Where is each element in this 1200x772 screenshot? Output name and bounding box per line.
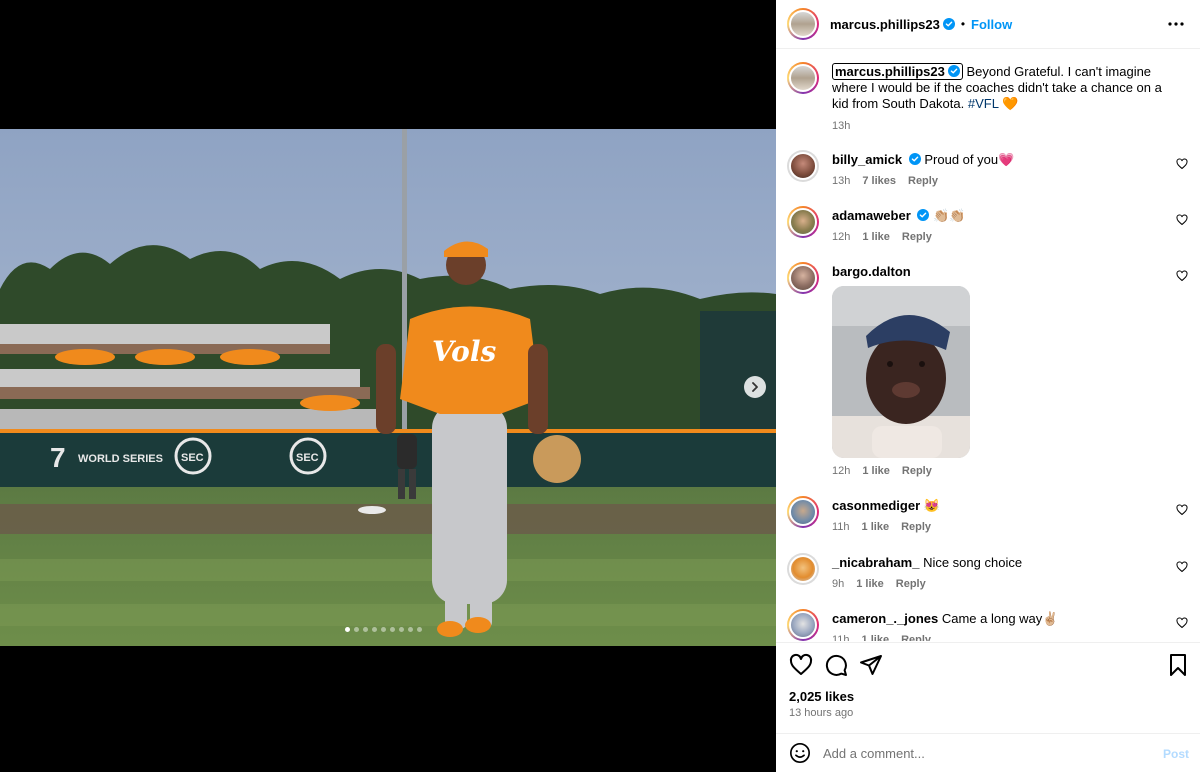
commenter-avatar[interactable] (787, 262, 819, 294)
chevron-right-icon (752, 382, 758, 392)
comment-text: Nice song choice (923, 555, 1023, 570)
comment-likes[interactable]: 1 like (862, 519, 890, 535)
commenter-avatar[interactable] (787, 609, 819, 641)
comment-time[interactable]: 13h (832, 173, 850, 189)
comment-text: 👏🏼👏🏼 (933, 208, 966, 223)
comment-time[interactable]: 12h (832, 463, 850, 479)
comment-time[interactable]: 11h (832, 632, 850, 641)
svg-text:7: 7 (50, 442, 66, 473)
comment-likes[interactable]: 7 likes (862, 173, 896, 189)
comment-image[interactable] (832, 286, 970, 458)
comment-row: bargo.dalton 12h 1 like Reply (787, 262, 1200, 482)
separator-dot: • (960, 17, 966, 31)
reply-button[interactable]: Reply (902, 229, 932, 245)
reply-button[interactable]: Reply (896, 576, 926, 592)
more-options-button[interactable] (1166, 14, 1186, 34)
bookmark-icon[interactable] (1166, 653, 1190, 677)
caption-row: marcus.phillips23 Beyond Grateful. I can… (787, 62, 1200, 132)
commenter-username[interactable]: _nicabraham_ (832, 555, 919, 570)
commenter-username[interactable]: billy_amick (832, 152, 902, 167)
comment-text: Came a long way✌🏼 (941, 611, 1059, 626)
svg-text:Vols: Vols (432, 335, 496, 368)
post-details-panel: marcus.phillips23 • Follow marcus.philli… (776, 0, 1200, 772)
more-options-icon (1168, 22, 1184, 26)
carousel-dot (408, 627, 413, 632)
comment-icon[interactable] (824, 653, 848, 677)
hashtag-link[interactable]: #VFL (968, 96, 999, 111)
emoji-icon[interactable] (789, 742, 811, 764)
caption-username[interactable]: marcus.phillips23 (835, 64, 945, 79)
comments-list[interactable]: marcus.phillips23 Beyond Grateful. I can… (776, 50, 1200, 641)
post-header: marcus.phillips23 • Follow (776, 0, 1200, 49)
comment-row: cameron_._jones Came a long way✌🏼 11h 1 … (787, 609, 1200, 641)
comment-likes[interactable]: 1 like (862, 632, 890, 641)
carousel-indicator (345, 627, 422, 632)
post-media-viewer: 7 WORLD SERIES SEC SEC Vols (0, 0, 776, 772)
add-comment-bar: Post (776, 733, 1200, 772)
comment-text: Proud of you💗 (924, 152, 1015, 167)
commenter-username[interactable]: adamaweber (832, 208, 911, 223)
carousel-dot (354, 627, 359, 632)
verified-badge-icon (942, 18, 955, 30)
author-username[interactable]: marcus.phillips23 (830, 17, 940, 32)
caption-emoji: 🧡 (1002, 96, 1019, 111)
commenter-username[interactable]: casonmediger (832, 498, 920, 513)
carousel-dot (399, 627, 404, 632)
comment-likes[interactable]: 1 like (862, 229, 890, 245)
heart-icon[interactable] (789, 653, 813, 677)
carousel-dot (381, 627, 386, 632)
like-count[interactable]: 2,025 likes (789, 689, 854, 704)
post-comment-button[interactable]: Post (1163, 747, 1189, 761)
comment-time[interactable]: 9h (832, 576, 844, 592)
reply-button[interactable]: Reply (908, 173, 938, 189)
heart-icon[interactable] (1176, 617, 1188, 629)
follow-button[interactable]: Follow (971, 17, 1012, 32)
carousel-dot (372, 627, 377, 632)
author-avatar[interactable] (787, 8, 819, 40)
carousel-dot (363, 627, 368, 632)
caption-time[interactable]: 13h (832, 118, 850, 134)
commenter-avatar[interactable] (787, 150, 819, 182)
heart-icon[interactable] (1176, 561, 1188, 573)
commenter-avatar[interactable] (787, 206, 819, 238)
comment-time[interactable]: 11h (832, 519, 850, 535)
verified-badge-icon (917, 209, 930, 221)
svg-text:SEC: SEC (296, 452, 319, 464)
heart-icon[interactable] (1176, 504, 1188, 516)
verified-badge-icon (947, 65, 960, 77)
comment-likes[interactable]: 1 like (862, 463, 890, 479)
carousel-dot (345, 627, 350, 632)
heart-icon[interactable] (1176, 214, 1188, 226)
comment-row: casonmediger 😻 11h 1 like Reply (787, 496, 1200, 540)
verified-badge-icon (908, 153, 921, 165)
comment-row: _nicabraham_ Nice song choice 9h 1 like … (787, 553, 1200, 597)
reply-button[interactable]: Reply (902, 463, 932, 479)
comment-likes[interactable]: 1 like (856, 576, 884, 592)
carousel-dot (417, 627, 422, 632)
commenter-avatar[interactable] (787, 553, 819, 585)
author-avatar[interactable] (787, 62, 819, 94)
commenter-username[interactable]: cameron_._jones (832, 611, 938, 626)
share-icon[interactable] (859, 653, 883, 677)
commenter-username[interactable]: bargo.dalton (832, 264, 911, 279)
carousel-dot (390, 627, 395, 632)
comment-row: adamaweber 👏🏼👏🏼 12h 1 like Reply (787, 206, 1200, 250)
comment-time[interactable]: 12h (832, 229, 850, 245)
comment-row: billy_amick Proud of you💗 13h 7 likes Re… (787, 150, 1200, 194)
reply-button[interactable]: Reply (901, 519, 931, 535)
heart-icon[interactable] (1176, 270, 1188, 282)
commenter-avatar[interactable] (787, 496, 819, 528)
svg-text:SEC: SEC (181, 452, 204, 464)
comment-input[interactable] (823, 745, 1143, 761)
svg-text:WORLD SERIES: WORLD SERIES (78, 453, 163, 465)
post-timestamp[interactable]: 13 hours ago (789, 707, 853, 719)
reply-button[interactable]: Reply (901, 632, 931, 641)
next-slide-button[interactable] (744, 376, 766, 398)
post-photo: 7 WORLD SERIES SEC SEC Vols (0, 129, 776, 646)
post-action-bar (776, 642, 1200, 686)
comment-text: 😻 (923, 498, 940, 513)
heart-icon[interactable] (1176, 158, 1188, 170)
